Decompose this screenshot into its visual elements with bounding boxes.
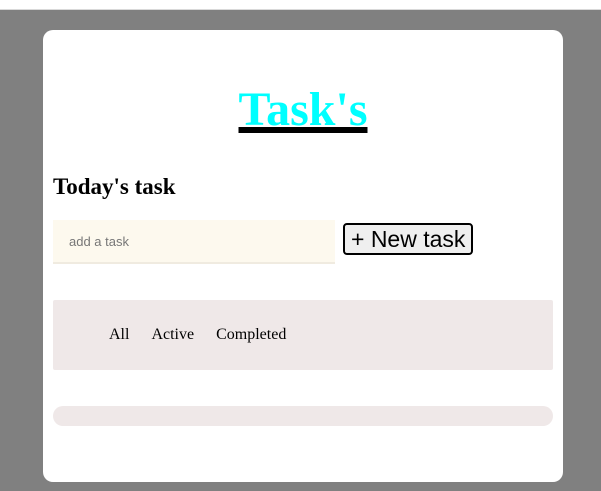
new-task-button[interactable]: + New task (343, 223, 474, 255)
app-title-link[interactable]: Task's (239, 84, 368, 136)
task-list (53, 406, 553, 426)
filter-bar: All Active Completed (53, 300, 553, 370)
filter-tabs: All Active Completed (109, 325, 286, 345)
filter-active[interactable]: Active (151, 325, 194, 345)
top-strip (0, 0, 601, 10)
filter-all[interactable]: All (109, 325, 129, 345)
filter-completed[interactable]: Completed (216, 325, 286, 345)
add-task-input[interactable] (53, 220, 335, 264)
page-backdrop: Task's Today's task + New task All Activ… (0, 10, 601, 491)
section-heading: Today's task (53, 174, 176, 199)
title-container: Task's (43, 84, 563, 136)
todo-card: Task's Today's task + New task All Activ… (43, 30, 563, 482)
